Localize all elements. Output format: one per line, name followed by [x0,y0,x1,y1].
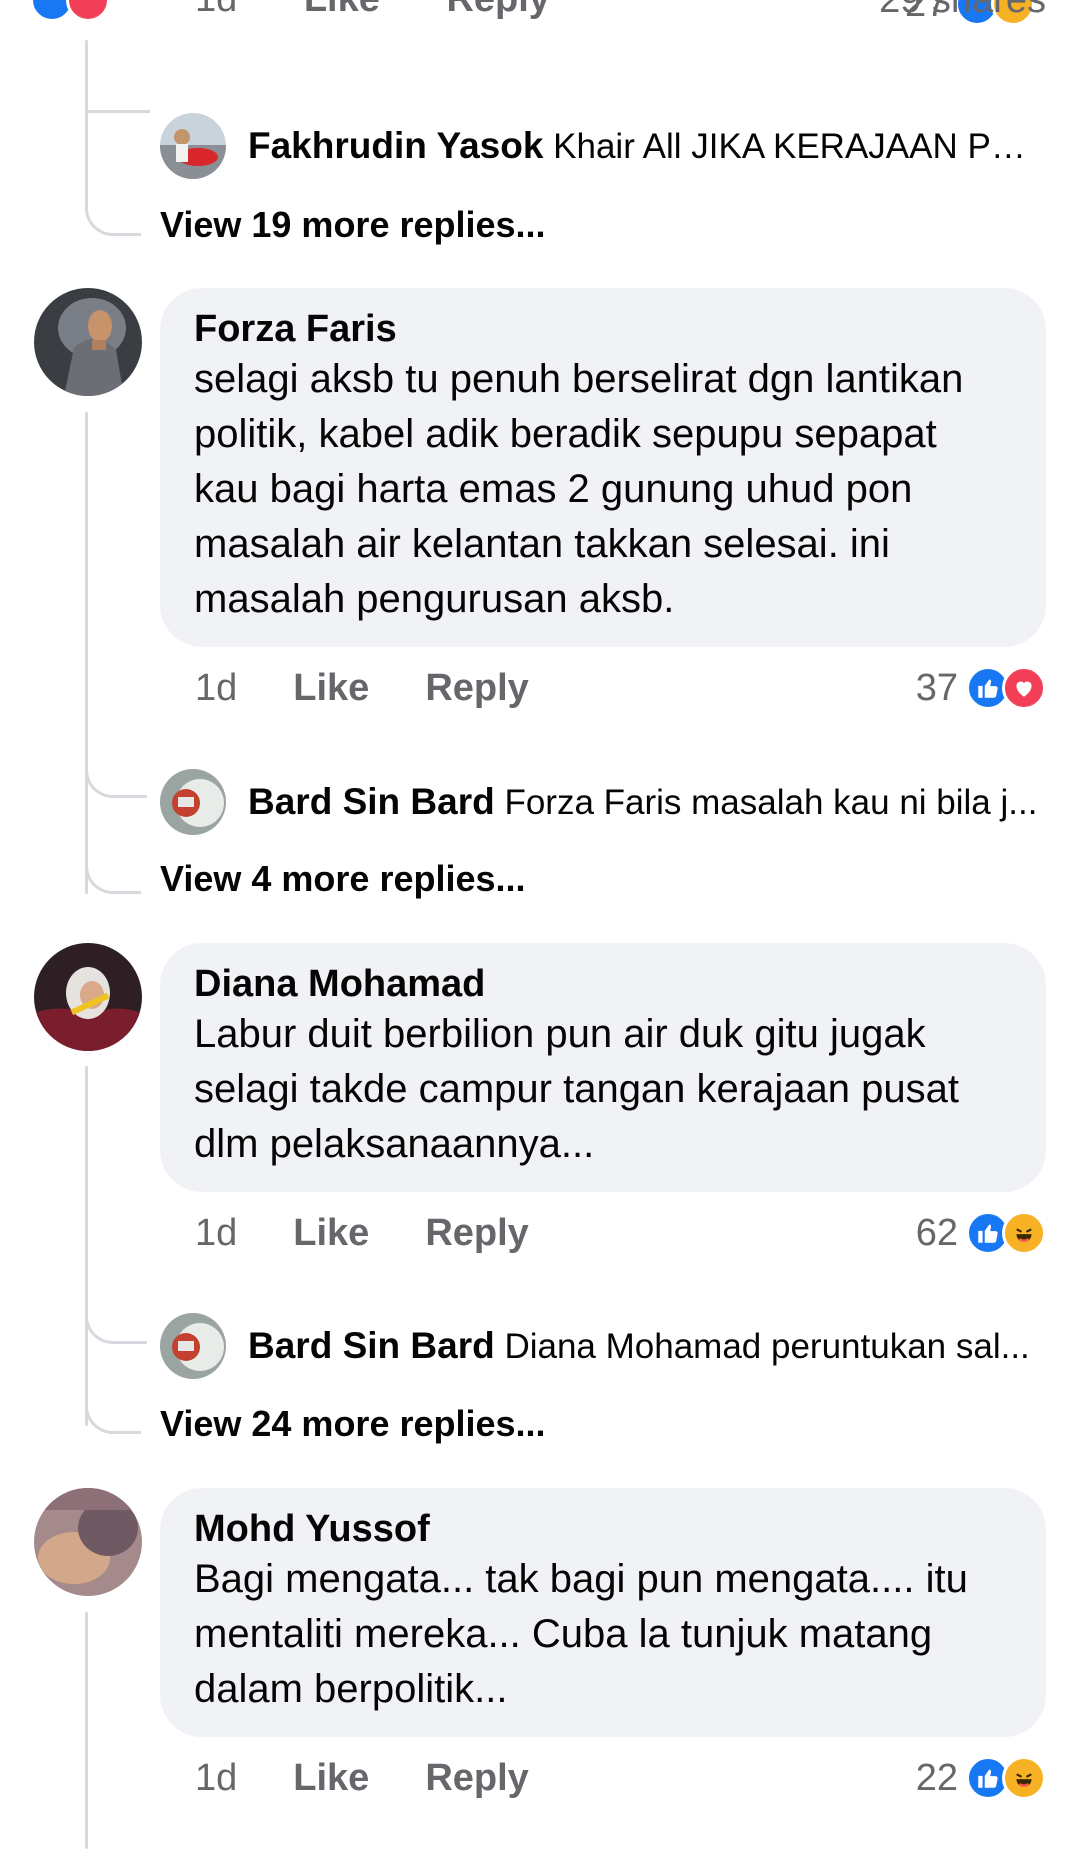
view-more-replies[interactable]: View 19 more replies... [160,202,546,248]
reaction-summary[interactable]: 62 [916,1207,1046,1259]
comment-actions: 1d Like Reply [195,662,529,714]
reply-preview-text: Bard Sin Bard Diana Mohamad peruntukan s… [248,1324,1040,1369]
comment-bubble: Diana Mohamad Labur duit berbilion pun a… [160,943,1046,1192]
reply-connector [85,760,147,798]
avatar[interactable] [34,288,142,396]
reply-preview[interactable]: Bard Sin Bard Forza Faris masalah kau ni… [160,769,1040,835]
reply-preview[interactable]: Bard Sin Bard Diana Mohamad peruntukan s… [160,1313,1040,1379]
reply-button[interactable]: Reply [425,1207,528,1259]
reply-snippet: Diana Mohamad peruntukan sal... [504,1326,1030,1366]
like-button[interactable]: Like [293,662,369,714]
haha-reaction-icon [1002,1756,1046,1800]
reply-button[interactable]: Reply [446,0,549,20]
reaction-summary[interactable]: 37 [916,662,1046,714]
comment-actions: 1d Like Reply [195,1752,529,1804]
reply-connector [85,1306,147,1344]
time-label: 1d [195,1757,238,1799]
avatar[interactable] [34,1488,142,1596]
reply-button[interactable]: Reply [425,1752,528,1804]
reply-preview-text: Bard Sin Bard Forza Faris masalah kau ni… [248,780,1040,825]
comment-author[interactable]: Diana Mohamad [194,961,1012,1007]
shares-count[interactable]: 29 shares [879,0,1046,22]
thread-line [85,412,88,894]
reaction-summary[interactable]: 22 [916,1752,1046,1804]
previous-comment-actions: 1d Like Reply [195,0,550,30]
top-reaction-summary [30,0,110,22]
comment-author[interactable]: Forza Faris [194,306,1012,352]
reply-preview-text: Fakhrudin Yasok Khair All JIKA KERAJAAN … [248,124,1040,169]
love-reaction-icon [66,0,110,22]
reply-connector [88,110,150,113]
haha-reaction-icon [1002,1211,1046,1255]
comment-text: selagi aksb tu penuh berselirat dgn lant… [194,357,964,621]
reply-connector [85,850,141,894]
reaction-count: 62 [915,1212,958,1254]
reply-button[interactable]: Reply [425,662,528,714]
reply-connector [85,1390,141,1434]
comment-author[interactable]: Mohd Yussof [194,1506,1012,1552]
reply-snippet: Khair All JIKA KERAJAAN PU... [553,126,1040,166]
reply-author[interactable]: Bard Sin Bard [248,1325,495,1366]
avatar[interactable] [160,113,226,179]
view-more-replies[interactable]: View 4 more replies... [160,856,526,902]
reply-snippet: Forza Faris masalah kau ni bila j... [504,782,1038,822]
avatar[interactable] [160,769,226,835]
avatar[interactable] [34,943,142,1051]
comment-text: Bagi mengata... tak bagi pun mengata....… [194,1557,968,1711]
comment-actions: 1d Like Reply [195,1207,529,1259]
reply-author[interactable]: Bard Sin Bard [248,781,495,822]
avatar[interactable] [160,1313,226,1379]
thread-line [85,1066,88,1426]
love-reaction-icon [1002,666,1046,710]
like-button[interactable]: Like [304,0,380,20]
reply-preview[interactable]: Fakhrudin Yasok Khair All JIKA KERAJAAN … [160,113,1040,179]
comment-bubble: Mohd Yussof Bagi mengata... tak bagi pun… [160,1488,1046,1737]
like-button[interactable]: Like [293,1752,369,1804]
time-label: 1d [195,0,237,20]
comment-text: Labur duit berbilion pun air duk gitu ju… [194,1012,959,1166]
reaction-count: 37 [915,667,958,709]
comment-bubble: Forza Faris selagi aksb tu penuh berseli… [160,288,1046,647]
view-more-replies[interactable]: View 24 more replies... [160,1401,546,1447]
like-button[interactable]: Like [293,1207,369,1259]
reaction-count: 22 [915,1757,958,1799]
time-label: 1d [195,1212,238,1254]
reply-connector [85,196,141,236]
reply-author[interactable]: Fakhrudin Yasok [248,125,543,166]
thread-line [85,1612,88,1849]
time-label: 1d [195,667,238,709]
thread-line [85,40,88,200]
